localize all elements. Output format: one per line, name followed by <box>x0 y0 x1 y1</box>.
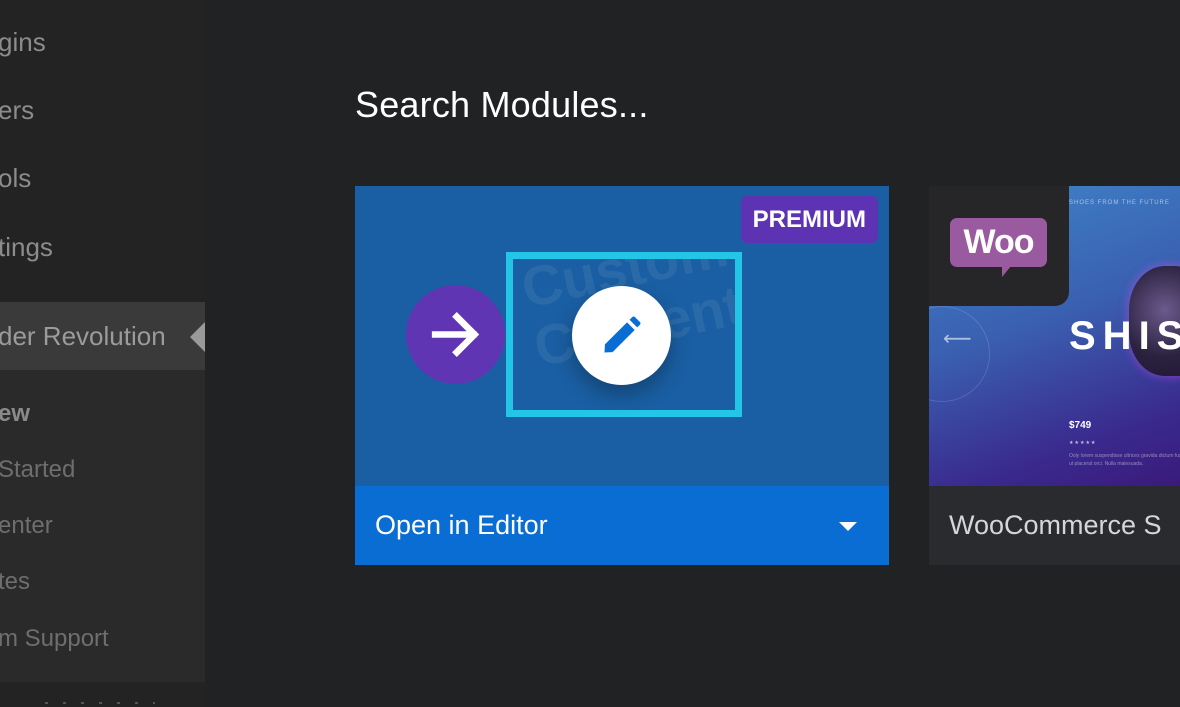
submenu-item-getting-started[interactable]: Started <box>0 455 75 485</box>
submenu-item-premium-support[interactable]: m Support <box>0 624 109 654</box>
submenu-item-overview[interactable]: ew <box>0 399 30 429</box>
hero-ring-decoration <box>929 306 990 402</box>
current-menu-pointer-icon <box>190 322 205 352</box>
woocommerce-logo-icon: Woo <box>950 218 1047 277</box>
hero-description: Ooly lorem suspendisse ultrices gravida … <box>1069 453 1180 467</box>
admin-sidebar: gins ers ols tings der Revolution ew Sta… <box>0 0 205 707</box>
sidebar-item-slider-revolution[interactable]: der Revolution <box>0 302 205 370</box>
sidebar-item-label: ols <box>0 163 32 193</box>
submenu-item-updates[interactable]: tes <box>0 567 30 597</box>
open-in-editor-button[interactable]: Open in Editor <box>375 510 548 541</box>
arrow-left-icon: ⟵ <box>943 328 972 350</box>
open-in-editor-bar[interactable]: Open in Editor <box>355 486 889 565</box>
module-thumbnail[interactable]: PREMIUM Custom Content <box>355 186 889 486</box>
sidebar-item-label: der Revolution <box>0 321 166 351</box>
sidebar-item-settings[interactable]: tings <box>0 227 205 267</box>
module-card-custom-content[interactable]: PREMIUM Custom Content Open in Editor <box>355 186 889 565</box>
hero-price: $749 <box>1069 420 1092 431</box>
sidebar-item-plugins[interactable]: gins <box>0 22 205 62</box>
module-card-footer[interactable]: WooCommerce S <box>929 486 1180 565</box>
caret-down-icon[interactable] <box>839 522 857 531</box>
module-title: WooCommerce S <box>949 510 1162 540</box>
premium-badge: PREMIUM <box>740 196 878 243</box>
hero-rating: ★★★★★ <box>1069 440 1097 446</box>
sidebar-item-label: tings <box>0 232 53 262</box>
sidebar-item-tools[interactable]: ols <box>0 158 205 198</box>
sidebar-item-users[interactable]: ers <box>0 90 205 130</box>
hero-headline: SHIS <box>1069 314 1180 358</box>
woocommerce-logo-panel: Woo <box>929 186 1069 306</box>
hero-tagline: SHOES FROM THE FUTURE <box>1069 200 1170 206</box>
module-card-woocommerce[interactable]: ⟵ SHOES FROM THE FUTURE SHIS $749 ★★★★★ … <box>929 186 1180 565</box>
module-thumbnail[interactable]: ⟵ SHOES FROM THE FUTURE SHIS $749 ★★★★★ … <box>929 186 1180 486</box>
edit-module-button[interactable] <box>572 286 671 385</box>
submenu-item-help-center[interactable]: enter <box>0 511 53 541</box>
sidebar-submenu: ew Started enter tes m Support <box>0 370 205 682</box>
sidebar-next-item-partial <box>45 702 155 704</box>
arrow-right-icon <box>406 285 505 384</box>
sidebar-item-label: gins <box>0 27 46 57</box>
pencil-icon <box>604 316 641 353</box>
page-title: Search Modules... <box>355 84 649 125</box>
sidebar-item-label: ers <box>0 95 35 125</box>
